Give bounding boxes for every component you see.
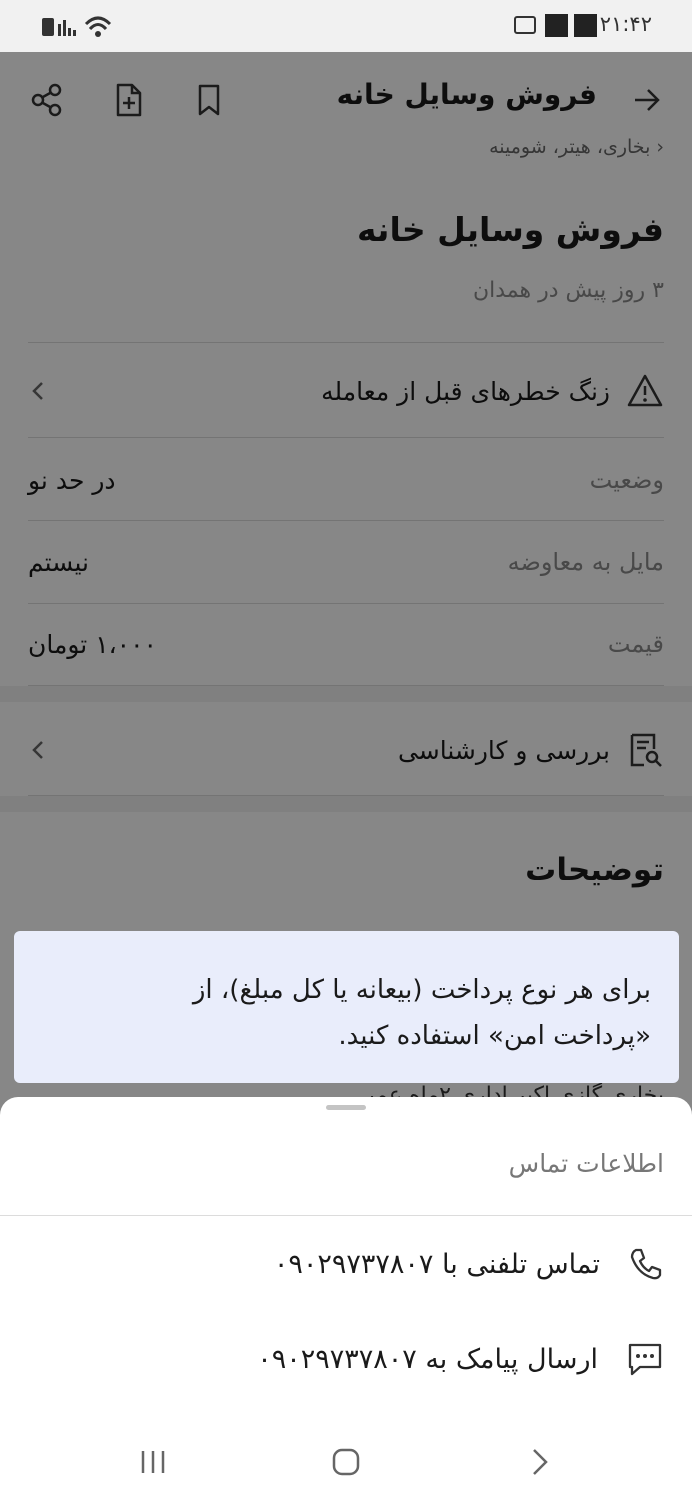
- divider: [0, 1215, 692, 1216]
- status-icons: [42, 16, 112, 37]
- call-label: تماس تلفنی با ۰۹۰۲۹۷۳۷۸۰۷: [273, 1248, 600, 1280]
- notification-icon: [574, 14, 597, 37]
- sms-label: ارسال پیامک به ۰۹۰۲۹۷۳۷۸۰۷: [257, 1343, 598, 1375]
- sms-button[interactable]: ارسال پیامک به ۰۹۰۲۹۷۳۷۸۰۷: [28, 1329, 664, 1389]
- screen: ۲۱:۴۲ فروش وسایل خانه ‹ بخاری، هیتر، شوم…: [0, 0, 692, 1500]
- notification-icon: [545, 14, 568, 37]
- status-bar: ۲۱:۴۲: [0, 0, 692, 52]
- sheet-title: اطلاعات تماس: [508, 1149, 664, 1178]
- tip-line-2: «پرداخت امن» استفاده کنید.: [338, 1021, 651, 1051]
- sheet-drag-handle[interactable]: [326, 1105, 366, 1110]
- phone-icon: [630, 1248, 662, 1280]
- back-nav-icon[interactable]: [528, 1447, 552, 1477]
- image-notification-icon: [514, 16, 536, 34]
- secure-payment-tip: برای هر نوع پرداخت (بیعانه یا کل مبلغ)، …: [14, 931, 679, 1083]
- home-icon[interactable]: [331, 1447, 361, 1477]
- clock: ۲۱:۴۲: [599, 12, 652, 36]
- system-nav-bar: [0, 1420, 692, 1500]
- tip-line-1: برای هر نوع پرداخت (بیعانه یا کل مبلغ)، …: [192, 975, 651, 1005]
- call-button[interactable]: تماس تلفنی با ۰۹۰۲۹۷۳۷۸۰۷: [28, 1234, 664, 1294]
- message-icon: [628, 1343, 662, 1376]
- recent-apps-icon[interactable]: [138, 1448, 168, 1476]
